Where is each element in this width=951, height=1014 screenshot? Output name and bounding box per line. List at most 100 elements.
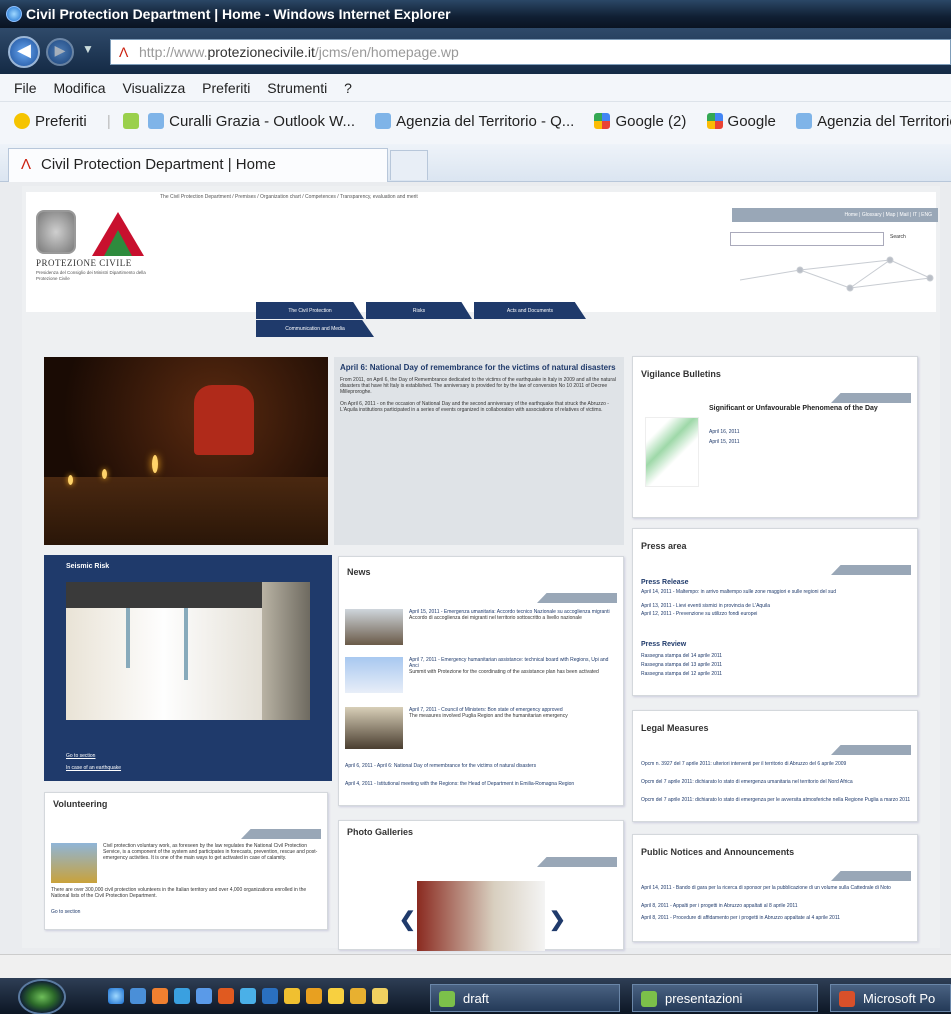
menu-modifica[interactable]: Modifica bbox=[53, 80, 105, 96]
news-link[interactable]: April 4, 2011 - Istitutional meeting wit… bbox=[345, 781, 617, 787]
quicklaunch-icon[interactable] bbox=[306, 988, 322, 1004]
news-item-head[interactable]: April 7, 2011 - Emergency humanitarian a… bbox=[409, 657, 617, 669]
volunteering-panel: Volunteering Civil protection voluntary … bbox=[44, 792, 328, 930]
press-review-item[interactable]: Rassegna stampa del 12 aprile 2011 bbox=[641, 671, 722, 677]
star-icon bbox=[14, 113, 30, 129]
gallery-next-icon[interactable]: ❯ bbox=[549, 907, 566, 932]
quicklaunch-icon[interactable] bbox=[350, 988, 366, 1004]
new-tab-button[interactable] bbox=[390, 150, 428, 180]
ie-logo-icon bbox=[6, 6, 22, 22]
panel-tab bbox=[831, 871, 911, 881]
volunteering-link[interactable]: Go to section bbox=[51, 909, 80, 915]
window-title-bar: Civil Protection Department | Home - Win… bbox=[0, 0, 951, 28]
press-release-item[interactable]: April 14, 2011 - Maltempo: in arrivo mal… bbox=[641, 589, 911, 595]
seismic-link-earthquake[interactable]: In case of an earthquake bbox=[66, 765, 121, 771]
seismograph-needle bbox=[126, 608, 130, 668]
favorite-item-outlook[interactable]: Curalli Grazia - Outlook W... bbox=[148, 113, 363, 130]
notice-item[interactable]: April 8, 2011 - Appalti per i progetti i… bbox=[641, 903, 911, 909]
featured-title[interactable]: April 6: National Day of remembrance for… bbox=[334, 357, 624, 373]
ie-page-icon bbox=[375, 113, 392, 129]
tab-civil-protection[interactable]: Λ Civil Protection Department | Home bbox=[8, 148, 388, 182]
ie-icon[interactable] bbox=[108, 988, 124, 1004]
notice-item[interactable]: April 14, 2011 - Bando di gara per la ri… bbox=[641, 885, 911, 891]
press-review-item[interactable]: Rassegna stampa del 13 aprile 2011 bbox=[641, 662, 722, 668]
quicklaunch-icon[interactable] bbox=[240, 988, 256, 1004]
menu-help[interactable]: ? bbox=[344, 80, 352, 96]
nav-acts-documents[interactable]: Acts and Documents bbox=[474, 302, 586, 319]
legal-item[interactable]: Opcm del 7 aprile 2011: dichiarato lo st… bbox=[641, 779, 911, 785]
candle-flame bbox=[68, 475, 73, 485]
task-presentazioni[interactable]: presentazioni bbox=[632, 984, 818, 1012]
address-domain: protezionecivile.it bbox=[207, 44, 315, 60]
favorite-item-agenzia[interactable]: Agenzia del Territorio bbox=[796, 113, 951, 130]
news-item-body: Accordo di accoglienza dei migranti nel … bbox=[409, 615, 582, 621]
top-links[interactable]: Home | Glossary | Map | Mail | IT | ENG bbox=[732, 208, 938, 222]
search-input[interactable] bbox=[730, 232, 884, 246]
site-logo-name: PROTEZIONE CIVILE bbox=[36, 258, 132, 268]
start-button[interactable] bbox=[18, 979, 66, 1014]
gallery-photo[interactable] bbox=[417, 881, 545, 951]
nav-civil-protection[interactable]: The Civil Protection bbox=[256, 302, 364, 319]
firefox-icon[interactable] bbox=[152, 988, 168, 1004]
folder-icon[interactable] bbox=[284, 988, 300, 1004]
vigilance-date[interactable]: April 16, 2011 bbox=[709, 429, 739, 435]
quicklaunch-icon[interactable] bbox=[174, 988, 190, 1004]
breadcrumb[interactable]: The Civil Protection Department / Premis… bbox=[160, 194, 418, 200]
favorite-item-agenzia-q[interactable]: Agenzia del Territorio - Q... bbox=[375, 113, 582, 130]
legal-panel: Legal Measures Opcm n. 3927 del 7 aprile… bbox=[632, 710, 918, 822]
news-link[interactable]: April 6, 2011 - April 6: National Day of… bbox=[345, 763, 617, 769]
menu-preferiti[interactable]: Preferiti bbox=[202, 80, 250, 96]
task-powerpoint[interactable]: Microsoft Po bbox=[830, 984, 951, 1012]
press-release-item[interactable]: April 12, 2011 - Prevenzione su utilizzo… bbox=[641, 611, 911, 617]
favorite-item-google-2[interactable]: Google (2) bbox=[594, 113, 694, 130]
menu-file[interactable]: File bbox=[14, 80, 37, 96]
window-title: Civil Protection Department | Home - Win… bbox=[26, 6, 451, 22]
search-button[interactable]: Search bbox=[890, 234, 906, 240]
menu-visualizza[interactable]: Visualizza bbox=[122, 80, 185, 96]
notice-item[interactable]: April 8, 2011 - Procedure di affidamento… bbox=[641, 915, 911, 921]
notices-panel: Public Notices and Announcements April 1… bbox=[632, 834, 918, 942]
volunteering-text-2: There are over 300,000 civil protection … bbox=[51, 887, 307, 899]
legal-item[interactable]: Opcm del 7 aprile 2011: dichiarato lo st… bbox=[641, 797, 911, 803]
panel-tab bbox=[537, 857, 617, 867]
menu-strumenti[interactable]: Strumenti bbox=[267, 80, 327, 96]
legal-item[interactable]: Opcm n. 3927 del 7 aprile 2011: ulterior… bbox=[641, 761, 911, 767]
document-icon bbox=[641, 991, 657, 1007]
quicklaunch-icon[interactable] bbox=[328, 988, 344, 1004]
favorite-item-google[interactable]: Google bbox=[706, 113, 784, 130]
gallery-prev-icon[interactable]: ❮ bbox=[399, 907, 416, 932]
press-release-item[interactable]: April 13, 2011 - Lievi eventi sismici in… bbox=[641, 603, 911, 609]
task-draft[interactable]: draft bbox=[430, 984, 620, 1012]
quicklaunch-icon[interactable] bbox=[196, 988, 212, 1004]
press-review-item[interactable]: Rassegna stampa del 14 aprile 2011 bbox=[641, 653, 722, 659]
vigilance-title: Vigilance Bulletins bbox=[641, 369, 721, 379]
vigilance-date[interactable]: April 15, 2011 bbox=[709, 439, 739, 445]
news-item: April 7, 2011 - Council of Ministers: Bo… bbox=[409, 707, 617, 719]
nav-risks[interactable]: Risks bbox=[366, 302, 472, 319]
vigilance-subtitle[interactable]: Significant or Unfavourable Phenomena of… bbox=[709, 405, 909, 413]
news-photo bbox=[345, 609, 403, 645]
notices-title: Public Notices and Announcements bbox=[641, 847, 795, 857]
add-favorite-icon[interactable] bbox=[122, 113, 139, 129]
press-release-title[interactable]: Press Release bbox=[641, 579, 688, 586]
seismic-link-section[interactable]: Go to section bbox=[66, 753, 95, 759]
favorites-button[interactable]: Preferiti bbox=[14, 113, 95, 130]
volunteering-title: Volunteering bbox=[53, 799, 108, 809]
quicklaunch-icon[interactable] bbox=[262, 988, 278, 1004]
quicklaunch-icon[interactable] bbox=[218, 988, 234, 1004]
press-review-title[interactable]: Press Review bbox=[641, 641, 686, 648]
ie-page-icon bbox=[148, 113, 165, 129]
quicklaunch-icon[interactable] bbox=[130, 988, 146, 1004]
address-bar[interactable]: Λ http://www.protezionecivile.it/jcms/en… bbox=[110, 39, 951, 65]
quicklaunch-icon[interactable] bbox=[372, 988, 388, 1004]
ie-page-icon bbox=[796, 113, 813, 129]
seismic-title: Seismic Risk bbox=[66, 563, 110, 570]
nav-communication-media[interactable]: Communication and Media bbox=[256, 320, 374, 337]
volunteering-photo bbox=[51, 843, 97, 883]
forward-button[interactable]: ▶ bbox=[46, 38, 74, 66]
featured-photo[interactable] bbox=[44, 357, 328, 545]
back-button[interactable]: ◀ bbox=[8, 36, 40, 68]
recent-pages-dropdown[interactable]: ▼ bbox=[82, 42, 94, 56]
network-graphic bbox=[740, 256, 934, 292]
italy-map[interactable] bbox=[645, 417, 699, 487]
